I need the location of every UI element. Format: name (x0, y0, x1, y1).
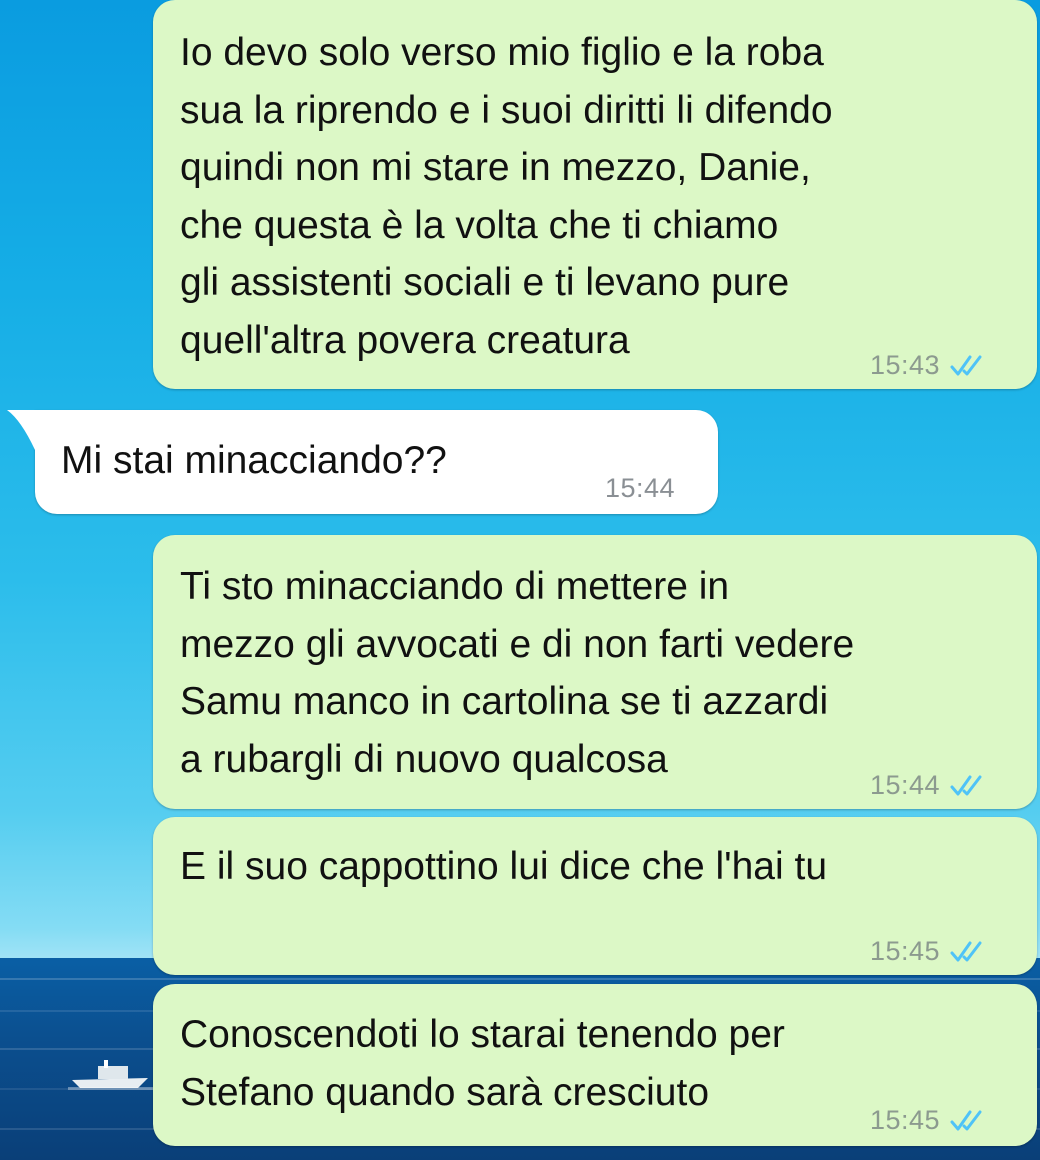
message-meta: 15:45 (870, 923, 990, 981)
message-text: Ti sto minacciando di mettere in mezzo g… (180, 565, 855, 781)
message-text: Conoscendoti lo starai tenendo per Stefa… (180, 1013, 785, 1114)
message-meta: 15:43 (870, 337, 990, 395)
double-check-icon (950, 1110, 982, 1131)
message-bubble-outgoing[interactable]: Ti sto minacciando di mettere in mezzo g… (153, 535, 1037, 809)
boat-image (68, 1060, 158, 1090)
message-text: E il suo cappottino lui dice che l'hai t… (180, 845, 828, 888)
message-timestamp: 15:45 (870, 1105, 941, 1135)
message-meta: 15:44 (605, 460, 675, 518)
message-bubble-incoming[interactable]: Mi stai minacciando?? 15:44 (7, 410, 718, 514)
message-text: Mi stai minacciando?? (61, 439, 447, 482)
message-bubble-outgoing[interactable]: Conoscendoti lo starai tenendo per Stefa… (153, 984, 1037, 1146)
message-timestamp: 15:43 (870, 350, 941, 380)
message-text: Io devo solo verso mio figlio e la roba … (180, 31, 833, 362)
message-timestamp: 15:44 (870, 770, 941, 800)
message-meta: 15:45 (870, 1092, 990, 1150)
double-check-icon (950, 355, 982, 376)
message-meta: 15:44 (870, 757, 990, 815)
double-check-icon (950, 775, 982, 796)
message-timestamp: 15:44 (605, 473, 676, 503)
bubble-tail (7, 410, 35, 450)
message-bubble-outgoing[interactable]: Io devo solo verso mio figlio e la roba … (153, 0, 1037, 389)
double-check-icon (950, 941, 982, 962)
message-timestamp: 15:45 (870, 936, 941, 966)
message-bubble-outgoing[interactable]: E il suo cappottino lui dice che l'hai t… (153, 817, 1037, 975)
